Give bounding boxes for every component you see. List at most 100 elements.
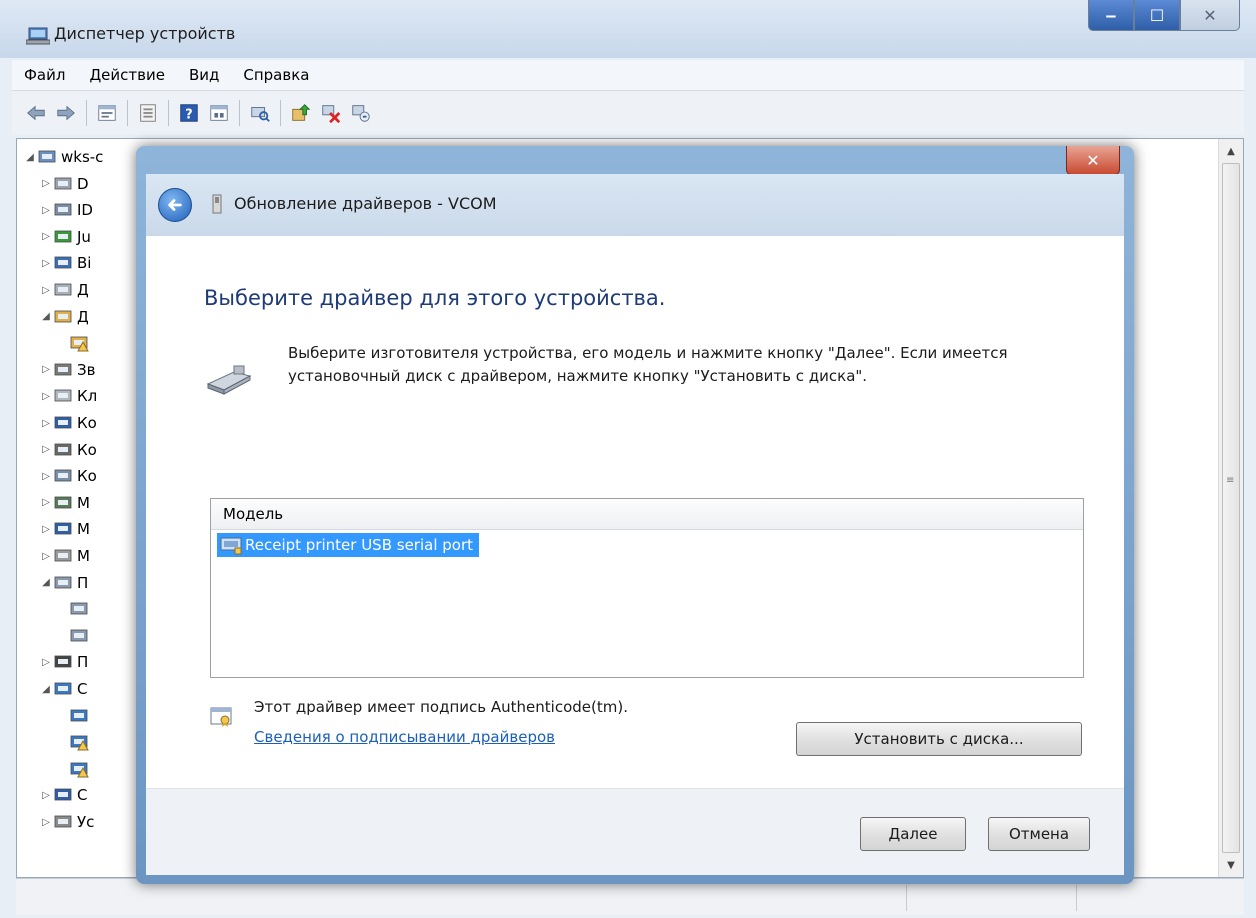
menu-action[interactable]: Действие [77, 66, 177, 84]
maximize-button[interactable]: ☐ [1134, 0, 1180, 31]
expand-arrow-icon[interactable]: ▷ [39, 285, 53, 296]
model-column-label: Модель [223, 505, 284, 523]
dialog-body: Выберите драйвер для этого устройства. В… [146, 236, 1124, 788]
tree-item[interactable]: ▷ Ус [39, 810, 94, 834]
expand-arrow-icon[interactable]: ▷ [39, 391, 53, 402]
computer-icon [38, 150, 56, 163]
model-column-header[interactable]: Модель [211, 499, 1083, 530]
tree-item[interactable] [55, 331, 93, 355]
tree-item-label: Ju [77, 227, 91, 246]
dialog-close-button[interactable]: ✕ [1066, 146, 1120, 175]
tree-item[interactable] [55, 704, 93, 728]
tree-item[interactable]: ▷ Ко [39, 411, 97, 435]
toolbar-separator [168, 100, 169, 126]
expand-arrow-icon[interactable]: ▷ [39, 231, 53, 242]
svg-text:?: ? [185, 108, 192, 123]
dialog-header: Обновление драйверов - VCOM [146, 174, 1124, 236]
scroll-up-arrow-icon[interactable]: ▲ [1219, 139, 1243, 163]
tree-item[interactable]: ▷ Кл [39, 384, 97, 408]
expand-arrow-icon[interactable]: ▷ [39, 657, 53, 668]
tree-item[interactable]: ▷ М [39, 544, 90, 568]
speaker-icon [54, 363, 72, 376]
tree-item[interactable]: ▷ Ко [39, 464, 97, 488]
expand-arrow-icon[interactable]: ▷ [39, 524, 53, 535]
tree-item[interactable]: ▷ Ві [39, 251, 91, 275]
collapse-arrow-icon[interactable]: ◢ [39, 684, 53, 695]
menu-help[interactable]: Справка [231, 66, 321, 84]
tree-item[interactable]: ▷ Зв [39, 358, 95, 382]
instruction-description: Выберите изготовителя устройства, его мо… [288, 344, 1008, 385]
dvd-drive-icon [54, 177, 72, 189]
expand-arrow-icon[interactable]: ▷ [39, 817, 53, 828]
scroll-down-arrow-icon[interactable]: ▼ [1219, 853, 1243, 877]
install-from-disk-button[interactable]: Установить с диска... [796, 722, 1082, 756]
update-driver-dialog: ✕ Обновление драйверов - VCOM Выберите д… [136, 146, 1134, 884]
expand-arrow-icon[interactable]: ▷ [39, 418, 53, 429]
tree-item[interactable]: ▷ М [39, 517, 90, 541]
cancel-button[interactable]: Отмена [988, 817, 1090, 851]
collapse-arrow-icon[interactable]: ◢ [39, 577, 53, 588]
show-hidden-icon[interactable] [207, 101, 231, 125]
tree-item[interactable]: ▷ D [39, 172, 88, 196]
menu-file[interactable]: Файл [12, 66, 77, 84]
status-pane [906, 885, 907, 911]
scan-hardware-icon[interactable] [248, 101, 272, 125]
storage-controller-icon [54, 469, 72, 482]
tree-item[interactable]: ▷ С [39, 783, 87, 807]
tree-item[interactable] [55, 597, 93, 621]
disk-drive-icon [54, 283, 72, 296]
uninstall-icon[interactable] [319, 101, 343, 125]
mouse-icon [54, 549, 72, 562]
keyboard-icon [54, 389, 72, 402]
expand-arrow-icon[interactable]: ▷ [39, 497, 53, 508]
unknown-device-warning-icon [70, 336, 89, 352]
back-arrow-icon[interactable] [24, 101, 48, 125]
expand-arrow-icon[interactable]: ▷ [39, 364, 53, 375]
expand-arrow-icon[interactable]: ▷ [39, 178, 53, 189]
collapse-arrow-icon[interactable]: ◢ [23, 152, 37, 163]
device-manager-icon [26, 27, 50, 45]
tree-item[interactable]: ◢ wks-c [23, 145, 103, 169]
close-button[interactable]: ✕ [1180, 0, 1240, 31]
instruction-heading: Выберите драйвер для этого устройства. [204, 286, 666, 310]
vertical-scrollbar[interactable]: ▲ ≡ ▼ [1218, 139, 1243, 877]
minimize-button[interactable]: ‒ [1088, 0, 1134, 31]
tree-item-label: Зв [77, 360, 96, 379]
tree-item[interactable]: ▷ Ко [39, 438, 97, 462]
monitor-icon [54, 416, 72, 429]
tree-item[interactable] [55, 624, 93, 648]
expand-arrow-icon[interactable]: ▷ [39, 444, 53, 455]
expand-arrow-icon[interactable]: ▷ [39, 471, 53, 482]
menu-view[interactable]: Вид [177, 66, 231, 84]
forward-arrow-icon[interactable] [54, 101, 78, 125]
scroll-thumb[interactable] [1222, 163, 1240, 853]
tree-item[interactable]: ▷ Ju [39, 225, 91, 249]
next-button[interactable]: Далее [860, 817, 966, 851]
tree-item-label: М [77, 520, 90, 539]
properties-icon[interactable] [95, 101, 119, 125]
tree-item[interactable]: ◢ П [39, 571, 88, 595]
collapse-arrow-icon[interactable]: ◢ [39, 311, 53, 322]
tree-item-label: П [77, 573, 89, 592]
toolbar-separator [239, 100, 240, 126]
signature-info-link[interactable]: Сведения о подписывании драйверов [254, 728, 555, 746]
tree-item[interactable]: ▷ П [39, 650, 88, 674]
help-icon[interactable]: ? [177, 101, 201, 125]
tree-item[interactable] [55, 730, 93, 754]
expand-arrow-icon[interactable]: ▷ [39, 205, 53, 216]
expand-arrow-icon[interactable]: ▷ [39, 790, 53, 801]
disable-icon[interactable] [349, 101, 373, 125]
tree-item[interactable]: ◢ С [39, 677, 87, 701]
tree-item[interactable]: ▷ ID [39, 198, 93, 222]
tree-item[interactable]: ▷ М [39, 491, 90, 515]
view-icon[interactable] [136, 101, 160, 125]
expand-arrow-icon[interactable]: ▷ [39, 258, 53, 269]
update-driver-icon[interactable] [289, 101, 313, 125]
tree-item[interactable]: ◢ Д [39, 305, 89, 329]
tree-item[interactable]: ▷ Д [39, 278, 89, 302]
expand-arrow-icon[interactable]: ▷ [39, 551, 53, 562]
tree-item[interactable] [55, 757, 93, 781]
caption-buttons: ‒ ☐ ✕ [1088, 0, 1240, 31]
list-item[interactable]: Receipt printer USB serial port [217, 533, 480, 557]
back-button[interactable] [158, 188, 192, 222]
